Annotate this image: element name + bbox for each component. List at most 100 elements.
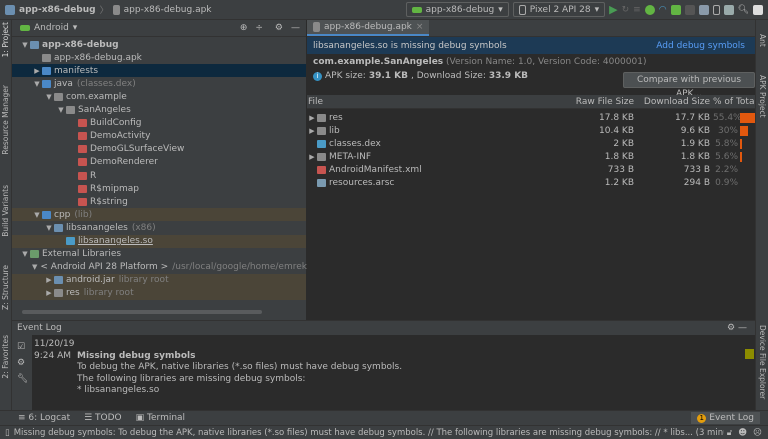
lock-icon[interactable]: 🔓︎ — [727, 428, 733, 438]
collapse-all-icon[interactable]: ÷ — [255, 23, 263, 33]
chevron-right-icon[interactable]: ▶ — [307, 153, 317, 161]
tree-item[interactable]: ▼ < Android API 28 Platform >/usr/local/g… — [12, 261, 343, 274]
class-icon — [78, 145, 87, 154]
apply-changes-icon[interactable]: ↻ — [622, 5, 630, 15]
tree-item[interactable]: ▼ External Libraries — [12, 248, 306, 261]
column-percent[interactable]: % of Total Do... — [710, 97, 755, 107]
device-file-explorer-tool-button[interactable]: Device File Explorer — [758, 325, 767, 399]
chevron-right-icon[interactable]: ▶ — [32, 67, 42, 75]
favorites-tool-button[interactable]: 2: Favorites — [1, 335, 10, 379]
structure-tool-button[interactable]: Z: Structure — [1, 265, 10, 310]
event-log-tool-button[interactable]: 1 Event Log — [691, 412, 760, 424]
close-icon[interactable]: × — [416, 22, 424, 32]
tree-item[interactable]: ▼ libsanangeles (x86) — [12, 221, 306, 234]
inspector-icon[interactable]: ☻ — [738, 428, 747, 438]
status-message[interactable]: Missing debug symbols: To debug the APK,… — [14, 428, 724, 438]
sdk-manager-icon[interactable] — [723, 4, 734, 15]
project-tool-button[interactable]: 1: Project — [1, 22, 10, 57]
chevron-down-icon[interactable]: ▼ — [20, 250, 30, 258]
mark-read-icon[interactable]: ☑ — [17, 339, 27, 355]
search-icon[interactable]: 🔍︎ — [738, 5, 749, 15]
wrench-icon[interactable]: 🔧︎ — [17, 371, 28, 387]
error-stripe-marker[interactable] — [745, 349, 754, 359]
chevron-down-icon[interactable]: ▼ — [32, 211, 42, 219]
device-label: Pixel 2 API 28 — [529, 4, 591, 15]
todo-tool-button[interactable]: ☰ TODO — [84, 413, 122, 423]
run-icon[interactable]: ▶ — [609, 3, 617, 16]
todo-label: TODO — [95, 413, 122, 423]
gear-icon[interactable]: ⚙ — [275, 23, 283, 33]
tree-item-label: R — [90, 170, 97, 181]
tree-item[interactable]: ▶ android.jar library root — [12, 273, 306, 287]
run-config-dropdown[interactable]: app-x86-debug ▾ — [405, 2, 509, 17]
chevron-down-icon[interactable]: ▼ — [44, 93, 54, 101]
debug-icon[interactable] — [644, 4, 655, 15]
project-view-dropdown[interactable]: Android — [34, 23, 69, 33]
raw-size: 10.4 KB — [599, 125, 634, 136]
ant-tool-button[interactable]: Ant — [758, 34, 767, 47]
apply-code-changes-icon[interactable]: ≡ — [633, 5, 641, 15]
avatar[interactable] — [753, 4, 763, 15]
stop-icon[interactable] — [684, 4, 695, 15]
chevron-down-icon[interactable]: ▼ — [56, 106, 66, 114]
table-row[interactable]: ▶ res 17.8 KB 17.7 KB 55.4% — [307, 111, 755, 124]
chevron-down-icon[interactable]: ▼ — [20, 41, 30, 49]
add-debug-symbols-link[interactable]: Add debug symbols — [656, 41, 745, 51]
tree-item[interactable]: BuildConfig — [12, 117, 306, 130]
chevron-down-icon[interactable]: ▼ — [44, 224, 54, 232]
tree-item[interactable]: ▶ res library root — [12, 286, 306, 300]
tree-item[interactable]: R$mipmap — [12, 182, 306, 195]
column-raw-size[interactable]: Raw File Size — [554, 97, 634, 107]
profile-icon[interactable]: ◠ — [659, 5, 667, 15]
settings-icon[interactable]: ⚙ — [17, 355, 27, 371]
attach-debugger-icon[interactable] — [670, 4, 681, 15]
resource-manager-tool-button[interactable]: Resource Manager — [1, 85, 10, 155]
table-row[interactable]: resources.arsc 1.2 KB 294 B 0.9% — [307, 176, 755, 189]
logcat-tool-button[interactable]: ≡ 6: Logcat — [18, 413, 70, 423]
column-download-size[interactable]: Download Size — [634, 97, 710, 107]
tree-item[interactable]: libsanangeles.so — [12, 234, 306, 248]
toggle-tool-windows-icon[interactable]: ▯ — [5, 428, 10, 438]
tree-item[interactable]: DemoGLSurfaceView — [12, 143, 306, 156]
tree-item[interactable]: ▼ com.example — [12, 90, 306, 103]
tree-item[interactable]: ▼ SanAngeles — [12, 104, 306, 117]
build-variants-tool-button[interactable]: Build Variants — [1, 185, 10, 237]
chevron-down-icon[interactable]: ▼ — [32, 80, 42, 88]
terminal-tool-button[interactable]: ▣ Terminal — [136, 413, 185, 423]
chevron-right-icon[interactable]: ▶ — [44, 289, 54, 297]
compare-apk-button[interactable]: Compare with previous APK... — [623, 72, 755, 99]
tree-item[interactable]: ▼ app-x86-debug — [12, 38, 306, 51]
table-row[interactable]: AndroidManifest.xml 733 B 733 B 2.2% — [307, 163, 755, 176]
project-structure-icon[interactable] — [698, 4, 709, 15]
hide-icon[interactable]: — — [291, 23, 300, 33]
table-row[interactable]: ▶ lib 10.4 KB 9.6 KB 30% — [307, 124, 755, 137]
table-row[interactable]: classes.dex 2 KB 1.9 KB 5.8% — [307, 137, 755, 150]
device-dropdown[interactable]: Pixel 2 API 28 ▾ — [512, 2, 606, 17]
tree-item[interactable]: R — [12, 169, 306, 182]
table-row[interactable]: ▶ META-INF 1.8 KB 1.8 KB 5.6% — [307, 150, 755, 163]
tree-item[interactable]: R$string — [12, 195, 306, 208]
chevron-right-icon[interactable]: ▶ — [307, 114, 317, 122]
apk-project-tool-button[interactable]: APK Project — [758, 75, 767, 118]
tree-item-label: res — [66, 288, 80, 299]
chevron-down-icon[interactable]: ▼ — [32, 263, 37, 271]
column-file[interactable]: File — [307, 97, 554, 107]
feedback-icon[interactable]: ☹ — [753, 428, 762, 438]
gear-icon[interactable]: ⚙ — [727, 323, 735, 333]
event-heading: Missing debug symbols — [77, 350, 196, 361]
tree-item[interactable]: ▶ manifests — [12, 64, 306, 78]
tree-item[interactable]: DemoActivity — [12, 130, 306, 143]
breadcrumb-project[interactable]: app-x86-debug — [19, 5, 96, 15]
tree-item[interactable]: DemoRenderer — [12, 156, 306, 169]
horizontal-scrollbar[interactable] — [22, 310, 262, 314]
chevron-right-icon[interactable]: ▶ — [307, 127, 317, 135]
hide-icon[interactable]: — — [738, 323, 747, 333]
chevron-right-icon[interactable]: ▶ — [44, 276, 54, 284]
tree-item[interactable]: ▼ java (classes.dex) — [12, 77, 306, 90]
tree-item[interactable]: ▼ cpp (lib) — [12, 208, 306, 222]
breadcrumb-file[interactable]: app-x86-debug.apk — [124, 5, 212, 15]
tab-apk[interactable]: app-x86-debug.apk × — [307, 20, 430, 36]
avd-manager-icon[interactable] — [712, 4, 720, 15]
tree-item[interactable]: app-x86-debug.apk — [12, 51, 306, 64]
locate-icon[interactable]: ⊕ — [240, 23, 248, 33]
